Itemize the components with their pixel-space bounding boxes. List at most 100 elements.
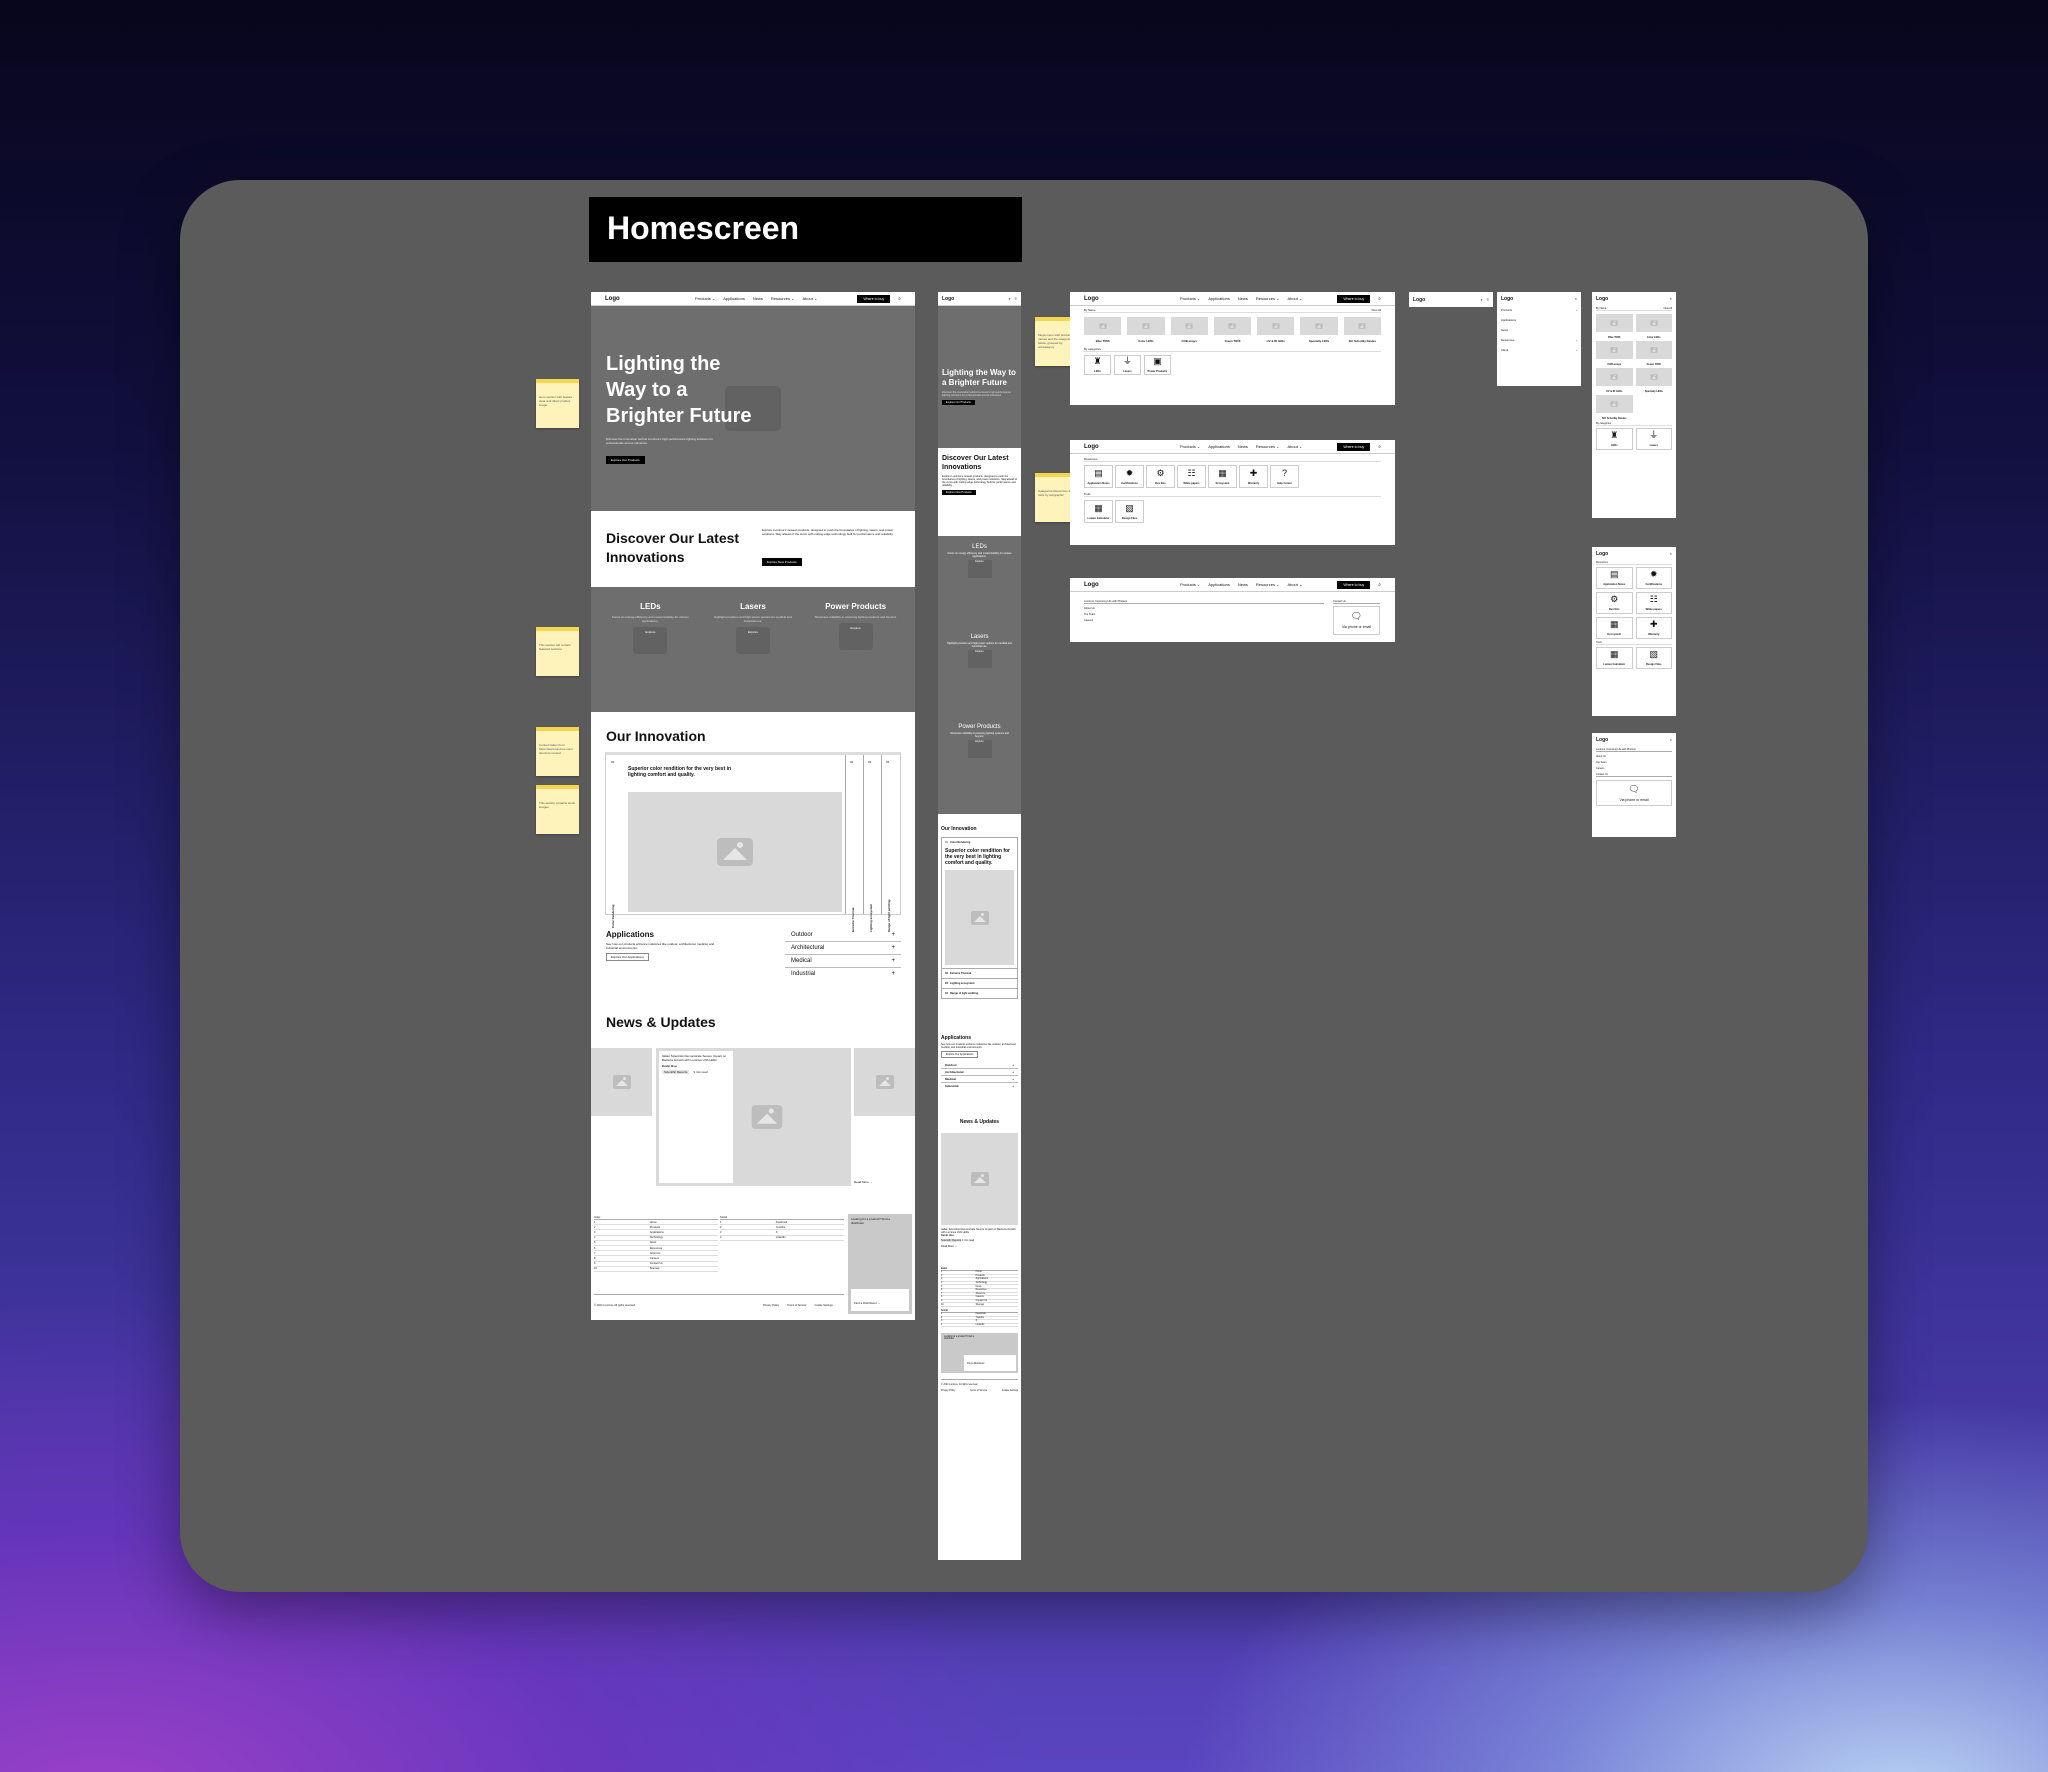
menu-card-ecosystem[interactable]: ▦ Ecosystem [1208, 465, 1237, 488]
product-thumb[interactable]: SiC Schottky Diodes [1343, 317, 1381, 343]
footer-link[interactable]: Careers [650, 1257, 659, 1260]
about-link[interactable]: Our Team [1084, 613, 1324, 616]
menu-card-lasers[interactable]: ⏚ Lasers [1635, 428, 1672, 450]
footer-link[interactable]: Sitemap [650, 1267, 660, 1270]
footer-link[interactable]: Technology [650, 1236, 663, 1239]
footer-link-row[interactable]: 10 Sitemap [941, 1303, 1018, 1307]
menu-card-application-notes[interactable]: ▤ Application Notes [1084, 465, 1113, 488]
footer-link[interactable]: Contact Us [976, 1300, 987, 1302]
explore-new-products-button[interactable]: Explore New Products [942, 490, 976, 495]
application-item[interactable]: Architectural + [941, 1069, 1018, 1076]
product-thumb[interactable]: Green TO56 [1635, 341, 1672, 366]
product-thumb[interactable]: Blue TO56 [1596, 314, 1633, 339]
category-explore-button[interactable]: Explore [967, 560, 992, 578]
application-item[interactable]: Industrial + [941, 1083, 1018, 1089]
footer-link-row[interactable]: 10 Sitemap [594, 1267, 718, 1272]
product-thumb[interactable]: UV & IR LEDs [1596, 368, 1633, 393]
sticky-note[interactable]: Content taken from https://www.luminus.c… [536, 727, 579, 776]
search-icon[interactable]: ⌕ [1378, 444, 1381, 450]
product-thumb[interactable]: COB arrays [1596, 341, 1633, 366]
application-item[interactable]: Outdoor + [785, 929, 901, 942]
explore-products-button[interactable]: Explore Our Products [942, 400, 975, 405]
about-link[interactable]: Careers [1596, 767, 1672, 770]
footer-link[interactable]: LinkedIn [776, 1236, 786, 1239]
footer-link[interactable]: Facebook [976, 1313, 986, 1315]
nav-applications[interactable]: Applications [1208, 582, 1230, 587]
product-thumb[interactable]: Specialty LEDs [1300, 317, 1338, 343]
category-explore-button[interactable]: Explore [633, 627, 668, 654]
where-to-buy-button[interactable]: Where to buy [1337, 442, 1371, 451]
product-thumb[interactable]: Blue TO56 [1084, 317, 1122, 343]
news-tag[interactable]: Scientific Reports [941, 1239, 962, 1242]
category-explore-button[interactable]: Explore [735, 627, 770, 654]
nav-products[interactable]: Products ⌄ [1180, 582, 1200, 587]
footer-link[interactable]: Technology [976, 1282, 988, 1284]
search-icon[interactable]: ⌕ [1008, 296, 1010, 301]
nav-resources[interactable]: Resources ⌄ [1256, 582, 1280, 587]
terms-link[interactable]: Terms of Service [787, 1304, 806, 1307]
menu-card-white-papers[interactable]: ☷ White papers [1177, 465, 1206, 488]
news-tag[interactable]: Scientific Reports [662, 1070, 690, 1074]
cookie-settings-link[interactable]: Cookie Settings [814, 1304, 832, 1307]
close-icon[interactable]: × [1670, 737, 1672, 743]
search-icon[interactable]: ⌕ [1378, 582, 1381, 588]
application-item[interactable]: Medical + [785, 955, 901, 968]
innovation-tab[interactable]: 03 Lighting ecosystem [864, 755, 882, 932]
nav-about[interactable]: About ⌄ [1287, 296, 1302, 301]
footer-link[interactable]: Applications [976, 1278, 988, 1280]
nav-news[interactable]: News [753, 296, 763, 301]
nav-news[interactable]: News [1238, 444, 1248, 449]
nav-news[interactable]: News [1238, 296, 1248, 301]
product-thumb[interactable]: UV & IR LEDs [1257, 317, 1295, 343]
menu-card-dev-kits[interactable]: ⚙ Dev Kits [1596, 592, 1633, 614]
innovation-tab[interactable]: 03 Lighting ecosystem [942, 979, 1017, 989]
nav-resources[interactable]: Resources ⌄ [771, 296, 795, 301]
nav-resources[interactable]: Resources ⌄ [1256, 296, 1280, 301]
nav-resources[interactable]: Resources ⌄ [1256, 444, 1280, 449]
find-distributor-button[interactable]: Find a Distributor → [851, 1289, 909, 1311]
menu-card-white-papers[interactable]: ☷ White papers [1635, 592, 1672, 614]
innovation-panel-active[interactable]: 01 Color Rendering Superior color rendit… [606, 755, 846, 928]
explore-applications-button[interactable]: Explore Our Applications [941, 1051, 979, 1058]
logo[interactable]: Logo [1084, 582, 1099, 588]
close-icon[interactable]: × [1670, 296, 1672, 302]
footer-link[interactable]: Products [650, 1226, 660, 1229]
mobile-menu-item[interactable]: About › [1501, 348, 1577, 352]
footer-link[interactable]: Youtube [776, 1226, 785, 1229]
read-more-link[interactable]: Read More → [941, 1245, 1018, 1248]
nav-about[interactable]: About ⌄ [1287, 444, 1302, 449]
where-to-buy-button[interactable]: Where to buy [1337, 294, 1371, 303]
menu-card-lumen-calculator[interactable]: ▦ Lumen Calculator [1084, 500, 1113, 523]
view-all-link[interactable]: View All [1371, 308, 1381, 312]
explore-applications-button[interactable]: Explore Our Applications [606, 953, 649, 961]
footer-link[interactable]: Facebook [776, 1221, 787, 1224]
sticky-note[interactable]: Hero section with feature - clear and di… [536, 379, 579, 428]
logo[interactable]: Logo [1501, 296, 1513, 302]
terms-link[interactable]: Terms of Service [970, 1390, 987, 1392]
category-explore-button[interactable]: Explore [838, 623, 873, 650]
menu-card-design-files[interactable]: ▧ Design Files [1115, 500, 1144, 523]
logo[interactable]: Logo [1084, 444, 1099, 450]
mobile-menu-item[interactable]: Products › [1501, 308, 1577, 312]
menu-card-dev-kits[interactable]: ⚙ Dev Kits [1146, 465, 1175, 488]
application-item[interactable]: Medical + [941, 1076, 1018, 1083]
search-icon[interactable]: ⌕ [1378, 296, 1381, 302]
innovation-panel-active[interactable]: 01 Color Rendering Superior color rendit… [942, 838, 1017, 969]
footer-link[interactable]: Home [650, 1221, 657, 1224]
application-item[interactable]: Architectural + [785, 942, 901, 955]
nav-products[interactable]: Products ⌄ [695, 296, 715, 301]
footer-link[interactable]: X [976, 1320, 978, 1322]
read-more-link[interactable]: Read More → [854, 1180, 873, 1184]
product-thumb[interactable]: Green TO56 [1213, 317, 1252, 343]
menu-card-power-products[interactable]: ▣ Power Products [1144, 355, 1171, 375]
logo[interactable]: Logo [1084, 296, 1099, 302]
nav-applications[interactable]: Applications [1208, 296, 1230, 301]
about-link[interactable]: About Us [1084, 607, 1324, 610]
search-icon[interactable]: ⌕ [1480, 297, 1482, 302]
footer-link[interactable]: Resources [650, 1247, 662, 1250]
footer-link[interactable]: Careers [976, 1296, 984, 1298]
footer-link[interactable]: Contact Us [650, 1262, 663, 1265]
nav-products[interactable]: Products ⌄ [1180, 296, 1200, 301]
hamburger-icon[interactable]: ≡ [1015, 296, 1017, 301]
footer-link[interactable]: Resources [976, 1289, 987, 1291]
